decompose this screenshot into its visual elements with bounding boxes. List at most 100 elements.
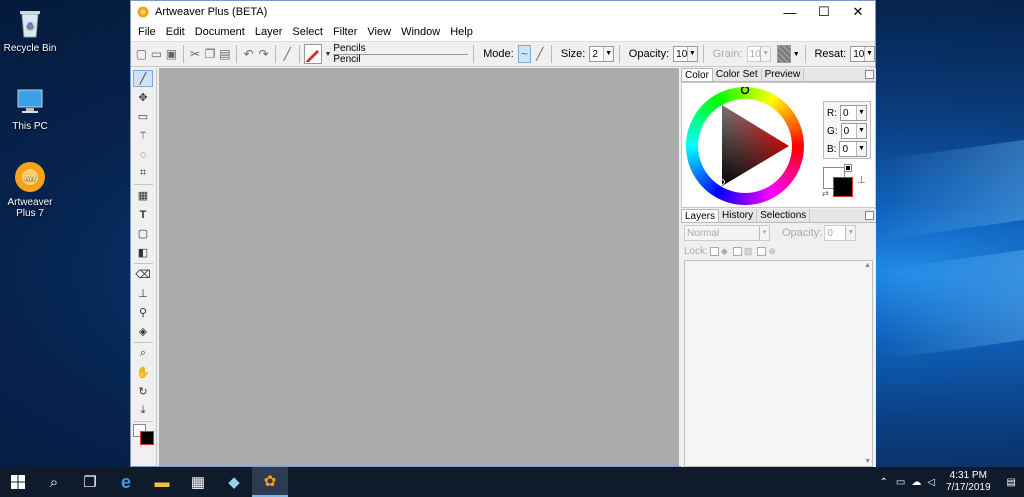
arrow-tool-icon[interactable]: ⤓ bbox=[133, 402, 153, 419]
size-input[interactable]: 2 ▼ bbox=[589, 46, 615, 62]
new-file-icon[interactable]: ▢ bbox=[135, 45, 148, 63]
perspective-tool-icon[interactable]: ▦ bbox=[133, 187, 153, 204]
color-swatches[interactable] bbox=[133, 424, 155, 448]
scroll-down-icon[interactable]: ▼ bbox=[864, 458, 871, 465]
cloud-icon[interactable]: ☁ bbox=[908, 477, 924, 488]
paper-texture-swatch[interactable] bbox=[777, 45, 791, 63]
layer-opacity-input[interactable]: 0 ▼ bbox=[824, 225, 857, 241]
saturation-triangle[interactable] bbox=[686, 87, 804, 205]
tab-layers[interactable]: Layers bbox=[681, 209, 720, 222]
magic-wand-tool-icon[interactable]: ⚚ bbox=[133, 127, 153, 144]
close-button[interactable]: ✕ bbox=[841, 1, 875, 23]
hue-wheel[interactable] bbox=[686, 87, 804, 205]
brush-preset-button[interactable] bbox=[304, 44, 323, 64]
rect-select-tool-icon[interactable]: ▭ bbox=[133, 108, 153, 125]
stamp-icon[interactable]: ⊥ bbox=[857, 175, 866, 186]
layers-list[interactable]: ▲ ▼ bbox=[684, 260, 873, 467]
red-input[interactable]: 0 ▼ bbox=[840, 105, 867, 121]
menu-filter[interactable]: Filter bbox=[328, 26, 362, 38]
speaker-icon[interactable]: ◁ bbox=[924, 477, 938, 488]
undo-icon[interactable]: ↶ bbox=[242, 45, 255, 63]
task-view-icon[interactable]: ❐ bbox=[72, 467, 108, 497]
desktop-icon-recycle-bin[interactable]: ♻ Recycle Bin bbox=[0, 6, 60, 54]
mode-freehand-icon[interactable]: ~ bbox=[517, 45, 532, 63]
eyedropper-tool-icon[interactable]: ⚲ bbox=[133, 304, 153, 321]
text-tool-icon[interactable]: T bbox=[133, 206, 153, 223]
network-icon[interactable]: ▭ bbox=[893, 477, 908, 488]
blend-mode-select[interactable]: Normal ▾ bbox=[684, 225, 770, 241]
menu-file[interactable]: File bbox=[133, 26, 161, 38]
zoom-tool-icon[interactable]: ⌕ bbox=[133, 345, 153, 362]
clock-time: 4:31 PM bbox=[949, 470, 987, 481]
open-file-icon[interactable]: ▭ bbox=[150, 45, 163, 63]
desktop-icon-artweaver[interactable]: AW Artweaver Plus 7 bbox=[0, 160, 60, 219]
brush-selector[interactable]: Pencils Pencil bbox=[333, 43, 469, 65]
blue-input[interactable]: 0 ▼ bbox=[839, 141, 867, 157]
opacity-input[interactable]: 100 ▼ bbox=[673, 46, 698, 62]
chevron-down-icon[interactable]: ▼ bbox=[793, 51, 800, 58]
redo-icon[interactable]: ↷ bbox=[257, 45, 270, 63]
cut-icon[interactable]: ✂ bbox=[189, 45, 202, 63]
title-bar[interactable]: Artweaver Plus (BETA) — ☐ ✕ bbox=[131, 1, 875, 23]
menu-select[interactable]: Select bbox=[287, 26, 328, 38]
crop-tool-icon[interactable]: ⌗ bbox=[133, 165, 153, 182]
file-explorer-icon[interactable]: ▬ bbox=[144, 467, 180, 497]
panel-foreground-swatch[interactable] bbox=[833, 177, 853, 197]
green-label: G: bbox=[827, 125, 838, 137]
reset-colors-icon[interactable] bbox=[844, 164, 852, 172]
shape-tool-icon[interactable]: ▢ bbox=[133, 225, 153, 242]
save-icon[interactable]: ▣ bbox=[165, 45, 178, 63]
menu-layer[interactable]: Layer bbox=[250, 26, 288, 38]
brush-tool-icon[interactable]: ╱ bbox=[133, 70, 153, 87]
lasso-tool-icon[interactable]: ◌ bbox=[133, 146, 153, 163]
menu-edit[interactable]: Edit bbox=[161, 26, 190, 38]
menu-window[interactable]: Window bbox=[396, 26, 445, 38]
clone-stamp-tool-icon[interactable]: ⊥ bbox=[133, 285, 153, 302]
green-input[interactable]: 0 ▼ bbox=[840, 123, 867, 139]
panel-menu-icon[interactable] bbox=[865, 70, 874, 79]
tab-preview[interactable]: Preview bbox=[762, 68, 805, 81]
tab-color[interactable]: Color bbox=[681, 68, 713, 81]
paint-bucket-tool-icon[interactable]: ◈ bbox=[133, 323, 153, 340]
store-icon[interactable]: ▦ bbox=[180, 467, 216, 497]
artweaver-taskbar-icon[interactable]: ✿ bbox=[252, 467, 288, 497]
notifications-icon[interactable]: ▤ bbox=[999, 477, 1024, 488]
start-button[interactable] bbox=[0, 467, 36, 497]
menu-help[interactable]: Help bbox=[445, 26, 478, 38]
resat-input[interactable]: 100 ▼ bbox=[850, 46, 875, 62]
grain-input[interactable]: 100 ▼ bbox=[746, 46, 772, 62]
panel-menu-icon[interactable] bbox=[865, 211, 874, 220]
toolbar-separator bbox=[236, 45, 238, 63]
chevron-up-icon[interactable]: ⌃ bbox=[875, 477, 893, 488]
eraser-tool-icon[interactable]: ⌫ bbox=[133, 266, 153, 283]
menu-view[interactable]: View bbox=[362, 26, 396, 38]
tab-color-set[interactable]: Color Set bbox=[713, 68, 762, 81]
brush-icon[interactable]: ╱ bbox=[281, 45, 294, 63]
desktop-icon-this-pc[interactable]: This PC bbox=[0, 84, 60, 132]
lock-transparency-icon: ◆ bbox=[720, 245, 728, 256]
tab-history[interactable]: History bbox=[719, 209, 758, 222]
move-tool-icon[interactable]: ✥ bbox=[133, 89, 153, 106]
maximize-button[interactable]: ☐ bbox=[807, 1, 841, 23]
scroll-up-icon[interactable]: ▲ bbox=[864, 262, 871, 269]
mode-straight-icon[interactable]: ╱ bbox=[533, 45, 546, 63]
pinned-app-icon[interactable]: ◆ bbox=[216, 467, 252, 497]
lock-image-checkbox[interactable] bbox=[732, 246, 742, 256]
edge-browser-icon[interactable]: e bbox=[108, 467, 144, 497]
clock[interactable]: 4:31 PM 7/17/2019 bbox=[938, 470, 999, 494]
chevron-down-icon[interactable]: ▼ bbox=[324, 51, 331, 58]
swap-colors-icon[interactable]: ⇄ bbox=[822, 189, 829, 198]
tab-selections[interactable]: Selections bbox=[757, 209, 811, 222]
gradient-tool-icon[interactable]: ◧ bbox=[133, 244, 153, 261]
hand-tool-icon[interactable]: ✋ bbox=[133, 364, 153, 381]
canvas-area[interactable] bbox=[159, 68, 679, 466]
copy-icon[interactable]: ❐ bbox=[204, 45, 217, 63]
lock-transparency-checkbox[interactable] bbox=[709, 246, 719, 256]
lock-position-checkbox[interactable] bbox=[757, 246, 767, 256]
menu-document[interactable]: Document bbox=[190, 26, 250, 38]
search-icon[interactable]: ⌕ bbox=[36, 467, 72, 497]
paste-icon[interactable]: ▤ bbox=[218, 45, 231, 63]
rotate-tool-icon[interactable]: ↻ bbox=[133, 383, 153, 400]
foreground-color-swatch[interactable] bbox=[140, 431, 154, 445]
minimize-button[interactable]: — bbox=[773, 1, 807, 23]
